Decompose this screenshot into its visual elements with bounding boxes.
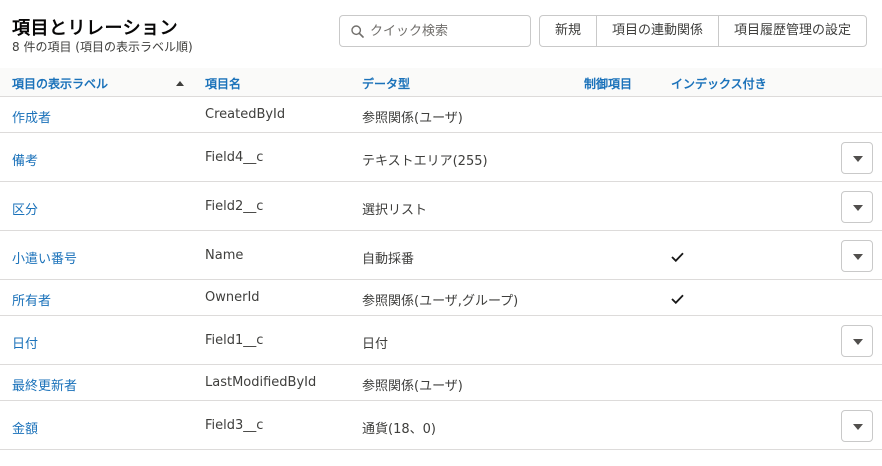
row-actions-button[interactable] [841, 191, 873, 223]
column-header-field-label[interactable]: 項目の表示ラベル [12, 75, 108, 92]
page-header: 項目とリレーション 8 件の項目 (項目の表示ラベル順) 新規 項目の連動関係 … [0, 0, 882, 68]
table-header: 項目の表示ラベル 項目名 データ型 制御項目 インデックス付き [0, 68, 882, 97]
chevron-down-icon [853, 254, 863, 260]
checkmark-icon [671, 294, 684, 304]
field-data-type: テキストエリア(255) [362, 154, 488, 169]
quick-search[interactable] [339, 15, 531, 47]
field-data-type: 自動採番 [362, 252, 415, 267]
row-actions-button[interactable] [841, 325, 873, 357]
field-label-link[interactable]: 最終更新者 [12, 375, 77, 394]
search-input[interactable] [370, 20, 520, 42]
field-api-name: LastModifiedById [205, 375, 317, 390]
row-actions-button[interactable] [841, 142, 873, 174]
field-api-name: Field2__c [205, 199, 264, 214]
row-actions-button[interactable] [841, 410, 873, 442]
table-row: 区分 Field2__c 選択リスト [0, 182, 882, 231]
field-data-type: 参照関係(ユーザ) [362, 379, 463, 394]
chevron-down-icon [853, 156, 863, 162]
column-header-field-name[interactable]: 項目名 [205, 75, 241, 92]
item-count: 8 件の項目 (項目の表示ラベル順) [12, 40, 193, 54]
field-label-link[interactable]: 備考 [12, 150, 38, 169]
field-data-type: 参照関係(ユーザ) [362, 111, 463, 126]
field-data-type: 日付 [362, 337, 389, 352]
field-label-link[interactable]: 作成者 [12, 107, 51, 126]
table-row: 日付 Field1__c 日付 [0, 316, 882, 365]
field-data-type: 参照関係(ユーザ,グループ) [362, 294, 519, 309]
chevron-down-icon [853, 339, 863, 345]
table-row: 小遣い番号 Name 自動採番 [0, 231, 882, 280]
checkmark-icon [671, 252, 684, 262]
chevron-down-icon [853, 424, 863, 430]
field-api-name: Name [205, 248, 244, 263]
new-button[interactable]: 新規 [540, 16, 598, 46]
field-api-name: Field4__c [205, 150, 264, 165]
table-row: 作成者 CreatedById 参照関係(ユーザ) [0, 97, 882, 133]
field-data-type: 選択リスト [362, 203, 428, 218]
table-row: 備考 Field4__c テキストエリア(255) [0, 133, 882, 182]
field-api-name: Field1__c [205, 333, 264, 348]
field-api-name: OwnerId [205, 290, 260, 305]
field-dependencies-button[interactable]: 項目の連動関係 [597, 16, 720, 46]
search-icon [351, 25, 364, 38]
column-header-indexed[interactable]: インデックス付き [671, 75, 767, 92]
column-header-controlling-field[interactable]: 制御項目 [584, 75, 632, 92]
table-row: 所有者 OwnerId 参照関係(ユーザ,グループ) [0, 280, 882, 316]
field-api-name: CreatedById [205, 107, 286, 122]
field-label-link[interactable]: 小遣い番号 [12, 248, 77, 267]
table-row: 最終更新者 LastModifiedById 参照関係(ユーザ) [0, 365, 882, 401]
table-row: 金額 Field3__c 通貨(18、0) [0, 401, 882, 450]
chevron-down-icon [853, 205, 863, 211]
field-history-settings-button[interactable]: 項目履歴管理の設定 [719, 16, 866, 46]
action-button-group: 新規 項目の連動関係 項目履歴管理の設定 [539, 15, 868, 47]
field-label-link[interactable]: 区分 [12, 199, 38, 218]
field-api-name: Field3__c [205, 418, 264, 433]
field-label-link[interactable]: 所有者 [12, 290, 51, 309]
field-label-link[interactable]: 日付 [12, 333, 38, 352]
column-header-data-type[interactable]: データ型 [362, 75, 410, 92]
field-label-link[interactable]: 金額 [12, 418, 38, 437]
page-title: 項目とリレーション [12, 18, 179, 39]
field-data-type: 通貨(18、0) [362, 422, 436, 437]
row-actions-button[interactable] [841, 240, 873, 272]
sort-ascending-icon[interactable] [176, 81, 184, 86]
